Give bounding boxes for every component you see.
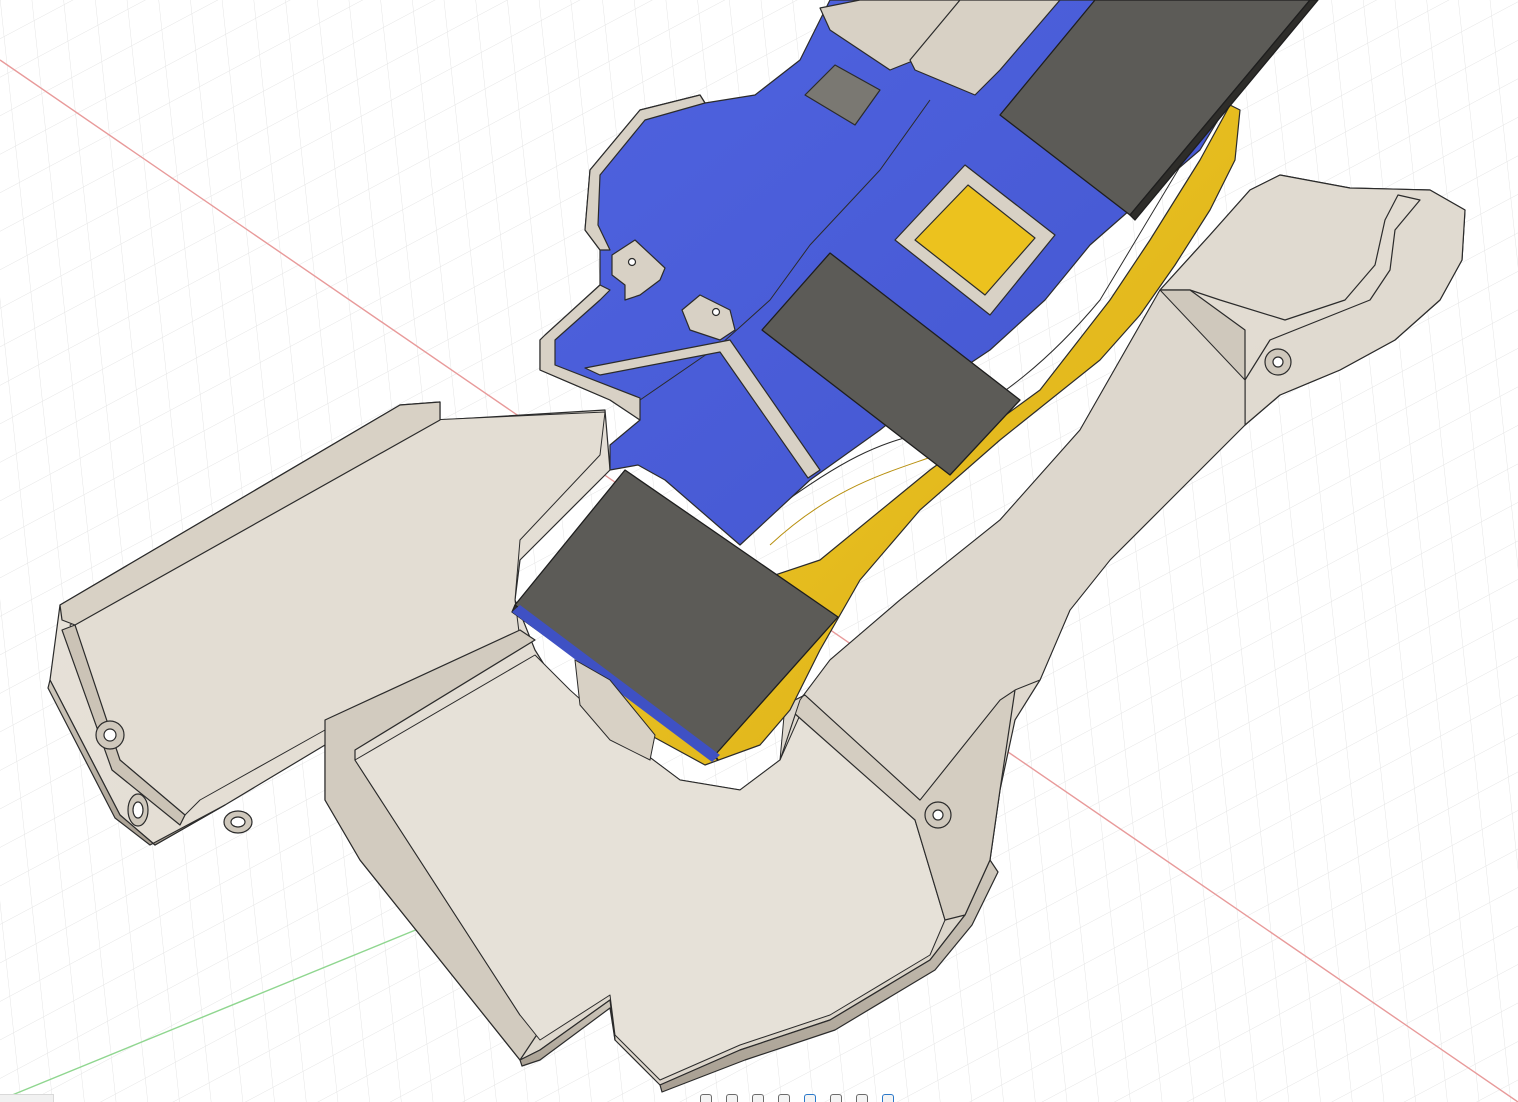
screw-hole-right-rib: [924, 801, 952, 829]
screw-hole-hook: [1264, 348, 1292, 376]
3d-viewport[interactable]: [0, 0, 1518, 1102]
look-at-icon[interactable]: [752, 1094, 764, 1102]
viewports-icon[interactable]: [882, 1094, 894, 1102]
fit-icon[interactable]: [804, 1094, 816, 1102]
screw-hole-left: [95, 720, 125, 750]
screw-hole-side: [127, 793, 149, 827]
display-settings-icon[interactable]: [830, 1094, 842, 1102]
pan-icon[interactable]: [726, 1094, 738, 1102]
screw-hole-bottom-left: [223, 810, 253, 834]
zoom-icon[interactable]: [778, 1094, 790, 1102]
grid-settings-icon[interactable]: [856, 1094, 868, 1102]
orbit-icon[interactable]: [700, 1094, 712, 1102]
navigation-toolbar: [700, 1092, 960, 1102]
corner-status-chip: [0, 1094, 54, 1102]
model-canvas[interactable]: [0, 0, 1518, 1102]
